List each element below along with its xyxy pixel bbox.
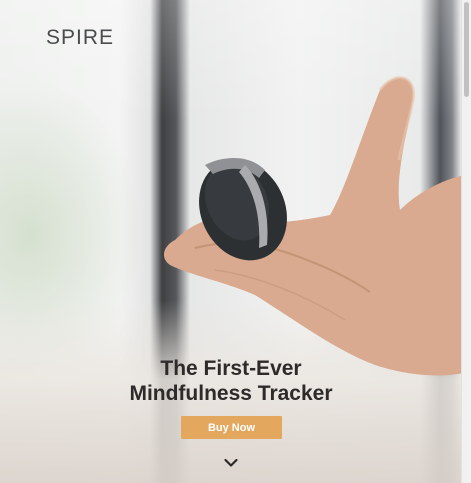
hero-section bbox=[0, 0, 471, 483]
headline-line-2: Mindfulness Tracker bbox=[129, 382, 333, 405]
hero-headline: The First-Ever Mindfulness Tracker bbox=[0, 356, 462, 406]
hand-holding-tracker-image bbox=[164, 76, 471, 376]
buy-now-button[interactable]: Buy Now bbox=[181, 416, 282, 439]
page-scrollbar[interactable] bbox=[461, 0, 471, 483]
headline-line-1: The First-Ever bbox=[160, 357, 302, 380]
scrollbar-thumb[interactable] bbox=[464, 2, 469, 97]
spire-logo[interactable]: SPIRE bbox=[46, 26, 114, 50]
chevron-down-icon[interactable] bbox=[224, 458, 238, 468]
